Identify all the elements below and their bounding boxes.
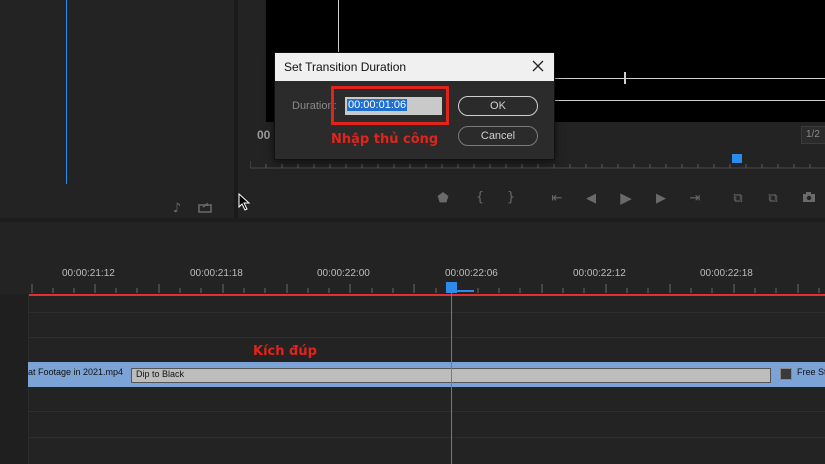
marker-icon[interactable]: ⬟	[434, 191, 452, 207]
ok-button[interactable]: OK	[458, 96, 538, 116]
ruler-label: 00:00:22:18	[700, 268, 753, 279]
clip-left-name: at Footage in 2021.mp4	[28, 367, 124, 377]
ruler-label: 00:00:21:12	[62, 268, 115, 279]
go-to-out-icon[interactable]: ⇥	[686, 191, 704, 207]
go-to-in-icon[interactable]: ⇤	[548, 191, 566, 207]
ruler-label: 00:00:22:12	[573, 268, 626, 279]
dialog-title: Set Transition Duration	[284, 60, 407, 74]
transition-label: Dip to Black	[136, 369, 185, 379]
track-divider	[28, 437, 825, 438]
work-area-bar[interactable]	[28, 294, 825, 296]
audio-icon[interactable]: ♪	[168, 201, 186, 217]
timeline-panel	[0, 222, 825, 464]
track-headers	[0, 294, 29, 464]
zoom-value: 1/2	[806, 129, 820, 140]
dialog-titlebar[interactable]: Set Transition Duration	[275, 53, 554, 81]
timeline-ruler[interactable]: 00:00:21:12 00:00:21:18 00:00:22:00 00:0…	[28, 262, 825, 296]
in-point-icon[interactable]: {	[471, 190, 489, 206]
source-playhead-line	[66, 0, 67, 184]
overwrite-icon[interactable]: ⧉	[764, 191, 782, 207]
insert-icon[interactable]: ⧉	[729, 191, 747, 207]
export-icon[interactable]	[196, 201, 214, 218]
annotation-manual-input: Nhập thủ công	[331, 132, 439, 147]
monitor-playhead[interactable]	[732, 154, 742, 163]
clip-right-name: Free St	[797, 367, 825, 377]
source-panel: ♪	[0, 0, 234, 218]
fx-badge-icon[interactable]	[780, 368, 792, 380]
video-clip[interactable]: at Footage in 2021.mp4 Dip to Black Free…	[28, 362, 825, 387]
track-divider	[28, 411, 825, 412]
cancel-button[interactable]: Cancel	[458, 126, 538, 146]
ruler-label: 00:00:21:18	[190, 268, 243, 279]
step-back-icon[interactable]: ◀	[582, 191, 600, 207]
duration-label: Duration:	[292, 100, 337, 112]
annotation-highlight-box	[331, 86, 449, 125]
timeline-playhead-line	[451, 288, 452, 464]
program-timecode[interactable]: 00	[257, 128, 270, 142]
camera-icon[interactable]	[800, 191, 818, 208]
out-point-icon[interactable]: }	[502, 190, 520, 206]
ruler-label: 00:00:22:00	[317, 268, 370, 279]
mouse-cursor-icon	[238, 192, 252, 215]
play-icon[interactable]: ▶	[617, 190, 635, 206]
track-divider	[28, 337, 825, 338]
ruler-label: 00:00:22:06	[445, 268, 498, 279]
track-divider	[28, 312, 825, 313]
annotation-double-click: Kích đúp	[253, 344, 317, 359]
step-forward-icon[interactable]: ▶	[652, 191, 670, 207]
playhead-handle	[456, 290, 474, 292]
close-icon[interactable]	[530, 58, 546, 74]
zoom-select[interactable]: 1/2	[801, 126, 825, 144]
